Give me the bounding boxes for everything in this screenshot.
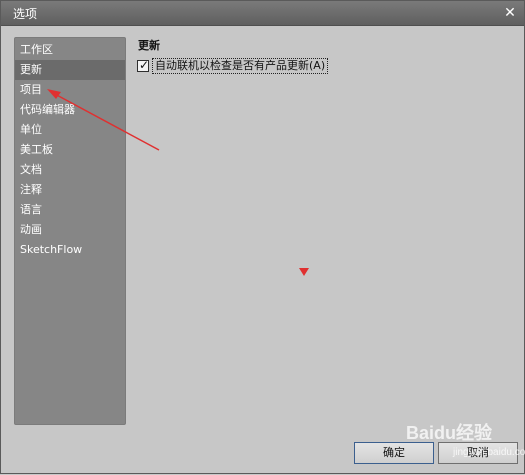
title-bar: 选项 ✕ (1, 1, 524, 26)
options-window: 选项 ✕ 工作区 更新 项目 代码编辑器 单位 美工板 文档 注释 语言 动画 … (0, 0, 525, 474)
sidebar: 工作区 更新 项目 代码编辑器 单位 美工板 文档 注释 语言 动画 Sketc (14, 37, 126, 425)
sidebar-item-label: 工作区 (20, 43, 53, 56)
sidebar-item-label: SketchFlow (20, 243, 83, 256)
sidebar-item-sketchflow[interactable]: SketchFlow (15, 240, 125, 260)
window-title: 选项 (13, 7, 38, 21)
sidebar-item-workspace[interactable]: 工作区 (15, 40, 125, 60)
sidebar-item-document[interactable]: 文档 (15, 160, 125, 180)
sidebar-item-label: 文档 (20, 163, 42, 176)
auto-update-checkbox[interactable]: ✓ (137, 58, 150, 72)
red-triangle-marker (299, 268, 309, 276)
sidebar-item-label: 注释 (20, 183, 42, 196)
checkmark-icon: ✓ (139, 58, 150, 72)
sidebar-item-label: 单位 (20, 123, 42, 136)
sidebar-item-animation[interactable]: 动画 (15, 220, 125, 240)
sidebar-item-artboard[interactable]: 美工板 (15, 140, 125, 160)
baidu-watermark: Baidu经验 (406, 423, 493, 443)
sidebar-item-units[interactable]: 单位 (15, 120, 125, 140)
sidebar-item-code-editor[interactable]: 代码编辑器 (15, 100, 125, 120)
sidebar-item-label: 代码编辑器 (20, 103, 75, 116)
section-title: 更新 (138, 39, 160, 52)
baidu-watermark-sub: jingyan.baidu.com (453, 447, 525, 458)
sidebar-item-label: 语言 (20, 203, 42, 216)
sidebar-item-project[interactable]: 项目 (15, 80, 125, 100)
sidebar-item-language[interactable]: 语言 (15, 200, 125, 220)
sidebar-item-label: 美工板 (20, 143, 53, 156)
sidebar-item-label: 更新 (20, 63, 42, 76)
close-icon[interactable]: ✕ (502, 5, 518, 21)
auto-update-label[interactable]: 自动联机以检查是否有产品更新(A) (152, 58, 329, 74)
sidebar-item-update[interactable]: 更新 (15, 60, 125, 80)
ok-button[interactable]: 确定 (354, 442, 434, 464)
sidebar-item-label: 项目 (20, 83, 42, 96)
sidebar-item-annotations[interactable]: 注释 (15, 180, 125, 200)
sidebar-item-label: 动画 (20, 223, 42, 236)
